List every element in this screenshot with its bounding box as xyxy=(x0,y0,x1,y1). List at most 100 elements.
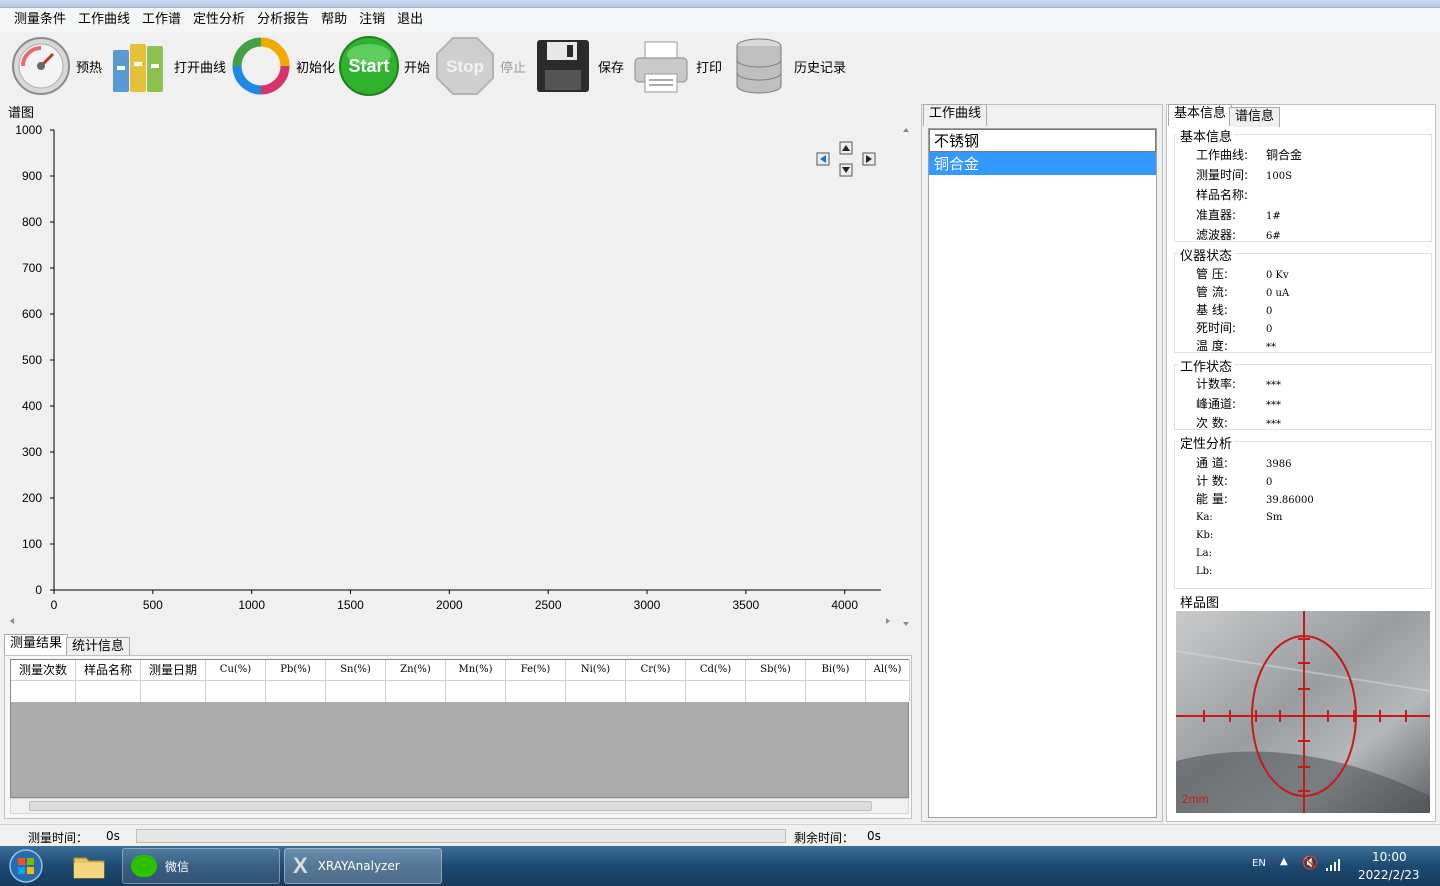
info-value: *** xyxy=(1266,419,1281,430)
table-cell[interactable] xyxy=(446,681,506,702)
init-button[interactable]: 初始化 xyxy=(230,34,335,98)
table-cell[interactable] xyxy=(806,681,866,702)
info-row: 准直器: 1# xyxy=(1196,206,1281,223)
menu-logout[interactable]: 注销 xyxy=(353,9,391,31)
y-tick-label: 300 xyxy=(22,445,42,459)
menu-help[interactable]: 帮助 xyxy=(315,9,353,31)
column-header[interactable]: Cr(%) xyxy=(626,660,686,680)
info-row: Ka: Sm xyxy=(1196,509,1282,523)
column-header[interactable]: Cu(%) xyxy=(206,660,266,680)
measure-time-label: 测量时间： xyxy=(28,831,89,845)
menu-qualitative-analysis[interactable]: 定性分析 xyxy=(187,9,251,31)
column-header[interactable]: Al(%) xyxy=(866,660,910,680)
clock-date[interactable]: 2022/2/23 xyxy=(1358,868,1420,882)
start-menu-button[interactable] xyxy=(6,848,46,884)
scroll-thumb[interactable] xyxy=(29,801,872,811)
explorer-taskbar-button[interactable] xyxy=(66,848,112,884)
tray-expand-icon[interactable]: ▲ xyxy=(1280,856,1288,867)
network-signal-icon[interactable] xyxy=(1326,859,1342,874)
x-tick-label: 2000 xyxy=(436,598,463,612)
start-icon-text: Start xyxy=(348,56,389,76)
remain-time-value: 0s xyxy=(867,829,881,843)
print-button[interactable]: 打印 xyxy=(630,34,722,98)
stop-icon-text: Stop xyxy=(446,57,484,76)
open-curve-button[interactable]: 打开曲线 xyxy=(108,34,226,98)
info-row: 能 量: 39.86000 xyxy=(1196,490,1314,507)
menu-work-spectrum[interactable]: 工作谱 xyxy=(136,9,187,31)
column-header[interactable]: Sn(%) xyxy=(326,660,386,680)
results-table[interactable]: 测量次数 样品名称 测量日期 Cu(%) Pb(%) Sn(%) Zn(%) Mn(%) Fe(… xyxy=(10,659,910,798)
results-empty-row[interactable] xyxy=(11,681,910,702)
save-button[interactable]: 保存 xyxy=(532,34,624,98)
curve-item-copper-alloy[interactable]: 铜合金 xyxy=(929,152,1156,175)
column-header[interactable]: 测量日期 xyxy=(141,660,206,680)
preheat-button[interactable]: 预热 xyxy=(10,34,102,98)
menu-work-curve[interactable]: 工作曲线 xyxy=(72,9,136,31)
tab-work-curve[interactable]: 工作曲线 xyxy=(923,104,988,126)
info-key: Lb: xyxy=(1196,566,1213,578)
language-indicator[interactable]: EN xyxy=(1252,858,1266,869)
spectrum-chart[interactable]: 0 100 200 300 400 500 600 700 800 900 1000 0 500 100… xyxy=(4,118,912,630)
info-value: 0 Kv xyxy=(1266,270,1289,281)
table-cell[interactable] xyxy=(626,681,686,702)
info-row: Lb: xyxy=(1196,563,1266,577)
info-key: 峰通道: xyxy=(1196,396,1237,411)
x-tick-label: 0 xyxy=(51,598,58,612)
menu-analysis-report[interactable]: 分析报告 xyxy=(251,9,315,31)
start-button[interactable]: Start 开始 xyxy=(338,34,430,98)
table-cell[interactable] xyxy=(76,681,141,702)
y-tick-label: 700 xyxy=(22,261,42,275)
column-header[interactable]: Ni(%) xyxy=(566,660,626,680)
y-tick-label: 0 xyxy=(35,583,42,597)
info-key: Ka: xyxy=(1196,511,1213,523)
history-button[interactable]: 历史记录 xyxy=(728,34,846,98)
tab-statistics[interactable]: 统计信息 xyxy=(66,637,131,657)
table-cell[interactable] xyxy=(141,681,206,702)
info-value: 0 uA xyxy=(1266,288,1290,299)
info-row: 通 道: 3986 xyxy=(1196,454,1291,471)
info-key: 准直器: xyxy=(1196,208,1237,222)
printer-icon xyxy=(630,35,692,97)
tab-basic-info[interactable]: 基本信息 xyxy=(1168,104,1233,126)
column-header[interactable]: Fe(%) xyxy=(506,660,566,680)
curve-item-stainless[interactable]: 不锈钢 xyxy=(929,129,1156,152)
info-value: ** xyxy=(1266,342,1276,353)
column-header[interactable]: 测量次数 xyxy=(11,660,76,680)
work-curve-list[interactable]: 不锈钢 铜合金 xyxy=(928,128,1157,818)
table-cell[interactable] xyxy=(746,681,806,702)
info-value: 铜合金 xyxy=(1266,148,1303,162)
stop-button[interactable]: Stop 停止 xyxy=(434,34,526,98)
results-hscrollbar[interactable] xyxy=(10,798,909,814)
table-cell[interactable] xyxy=(11,681,76,702)
table-cell[interactable] xyxy=(866,681,910,702)
table-cell[interactable] xyxy=(686,681,746,702)
menu-measure-conditions[interactable]: 测量条件 xyxy=(8,9,72,31)
binders-icon xyxy=(108,35,170,97)
xray-taskbar-button[interactable]: X XRAYAnalyzer xyxy=(284,848,442,884)
column-header[interactable]: Cd(%) xyxy=(686,660,746,680)
clock-time[interactable]: 10:00 xyxy=(1372,850,1407,864)
stop-icon: Stop xyxy=(434,35,496,97)
table-cell[interactable] xyxy=(386,681,446,702)
column-header[interactable]: Bi(%) xyxy=(806,660,866,680)
table-cell[interactable] xyxy=(566,681,626,702)
x-tick-label: 2500 xyxy=(535,598,562,612)
table-cell[interactable] xyxy=(206,681,266,702)
speaker-muted-icon[interactable]: 🔇 xyxy=(1302,856,1318,871)
column-header[interactable]: Pb(%) xyxy=(266,660,326,680)
menu-exit[interactable]: 退出 xyxy=(391,9,429,31)
scroll-left-arrow xyxy=(10,618,14,624)
column-header[interactable]: Sb(%) xyxy=(746,660,806,680)
table-cell[interactable] xyxy=(326,681,386,702)
tab-spectrum-info[interactable]: 谱信息 xyxy=(1229,107,1281,127)
column-header[interactable]: 样品名称 xyxy=(76,660,141,680)
info-row: 死时间: 0 xyxy=(1196,319,1272,336)
table-cell[interactable] xyxy=(266,681,326,702)
column-header[interactable]: Mn(%) xyxy=(446,660,506,680)
y-tick-label: 500 xyxy=(22,353,42,367)
info-row: 管 流: 0 uA xyxy=(1196,283,1289,300)
table-cell[interactable] xyxy=(506,681,566,702)
column-header[interactable]: Zn(%) xyxy=(386,660,446,680)
wechat-taskbar-button[interactable]: 微信 xyxy=(122,848,280,884)
tab-measure-results[interactable]: 测量结果 xyxy=(4,634,69,656)
